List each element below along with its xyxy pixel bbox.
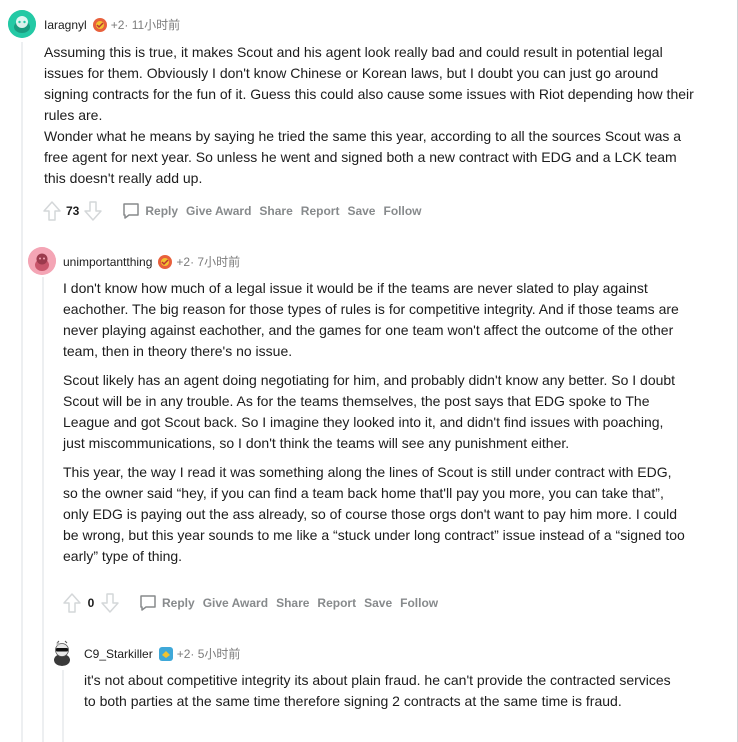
downvote-icon[interactable] bbox=[100, 592, 120, 614]
give-award-label: Give Award bbox=[202, 596, 269, 610]
comment-paragraph: This year, the way I read it was somethi… bbox=[63, 464, 685, 564]
username[interactable]: C9_Starkiller bbox=[84, 647, 153, 661]
thread-line-1[interactable] bbox=[21, 42, 23, 742]
comment-meta: unimportantthing +2 · 7小时前 bbox=[63, 253, 240, 270]
vote-count: 73 bbox=[66, 204, 80, 218]
share-label: Share bbox=[259, 204, 293, 218]
comment-meta: Iaragnyl +2 · 11小时前 bbox=[44, 16, 180, 33]
flair-count[interactable]: +2 bbox=[177, 647, 191, 661]
downvote-icon[interactable] bbox=[83, 200, 103, 222]
username[interactable]: Iaragnyl bbox=[44, 18, 87, 32]
share-button[interactable]: Share bbox=[259, 204, 292, 218]
share-button[interactable]: Share bbox=[276, 596, 309, 610]
comment-bubble-icon bbox=[123, 203, 140, 219]
follow-label: Follow bbox=[400, 596, 439, 610]
save-button[interactable]: Save bbox=[364, 596, 392, 610]
report-label: Report bbox=[317, 596, 357, 610]
comment-paragraph: it's not about competitive integrity its… bbox=[84, 672, 671, 709]
save-label: Save bbox=[364, 596, 393, 610]
comment-paragraph: Assuming this is true, it makes Scout an… bbox=[44, 44, 694, 186]
avatar[interactable] bbox=[8, 10, 36, 38]
comment-body: I don't know how much of a legal issue i… bbox=[63, 278, 688, 575]
reply-button[interactable]: Reply bbox=[121, 201, 178, 221]
save-button[interactable]: Save bbox=[347, 204, 375, 218]
thread-line-2[interactable] bbox=[42, 277, 44, 742]
follow-label: Follow bbox=[383, 204, 422, 218]
avatar[interactable] bbox=[48, 638, 76, 666]
give-award-label: Give Award bbox=[186, 204, 252, 218]
reply-label: Reply bbox=[145, 204, 179, 218]
comment-paragraph: Scout likely has an agent doing negotiat… bbox=[63, 372, 676, 451]
flair-icon bbox=[158, 646, 174, 662]
avatar[interactable] bbox=[28, 247, 56, 275]
share-label: Share bbox=[276, 596, 310, 610]
give-award-button[interactable]: Give Award bbox=[186, 204, 251, 218]
timestamp[interactable]: · 7小时前 bbox=[190, 253, 240, 270]
upvote-icon[interactable] bbox=[62, 592, 82, 614]
comment-actions: 0 Reply Give Award Share Report Save Fol… bbox=[62, 592, 438, 614]
comment-body: it's not about competitive integrity its… bbox=[84, 670, 684, 720]
flair-count[interactable]: +2 bbox=[111, 18, 125, 32]
report-button[interactable]: Report bbox=[301, 204, 340, 218]
flair-count[interactable]: +2 bbox=[176, 255, 190, 269]
comment-actions: 73 Reply Give Award Share Report Save Fo… bbox=[42, 200, 421, 222]
flair-icon bbox=[92, 17, 108, 33]
timestamp[interactable]: · 5小时前 bbox=[190, 645, 240, 662]
comment-meta: C9_Starkiller +2 · 5小时前 bbox=[84, 645, 240, 662]
vote-count: 0 bbox=[87, 596, 95, 610]
username[interactable]: unimportantthing bbox=[63, 255, 152, 269]
reply-button[interactable]: Reply bbox=[138, 593, 195, 613]
vote-control: 0 bbox=[62, 592, 120, 614]
report-button[interactable]: Report bbox=[317, 596, 356, 610]
snoo-avatar-icon bbox=[28, 247, 56, 275]
flair-icon bbox=[157, 254, 173, 270]
give-award-button[interactable]: Give Award bbox=[203, 596, 268, 610]
follow-button[interactable]: Follow bbox=[383, 204, 421, 218]
save-label: Save bbox=[347, 204, 376, 218]
follow-button[interactable]: Follow bbox=[400, 596, 438, 610]
timestamp[interactable]: · 11小时前 bbox=[124, 16, 180, 33]
snoo-avatar-icon bbox=[48, 638, 76, 666]
comment-bubble-icon bbox=[140, 595, 156, 611]
comment-body: Assuming this is true, it makes Scout an… bbox=[44, 42, 694, 197]
report-label: Report bbox=[300, 204, 340, 218]
thread-line-3[interactable] bbox=[62, 670, 64, 742]
vote-control: 73 bbox=[42, 200, 103, 222]
comment-paragraph: I don't know how much of a legal issue i… bbox=[63, 280, 679, 359]
upvote-icon[interactable] bbox=[42, 200, 62, 222]
reply-label: Reply bbox=[162, 596, 195, 610]
snoo-avatar-icon bbox=[8, 10, 36, 38]
